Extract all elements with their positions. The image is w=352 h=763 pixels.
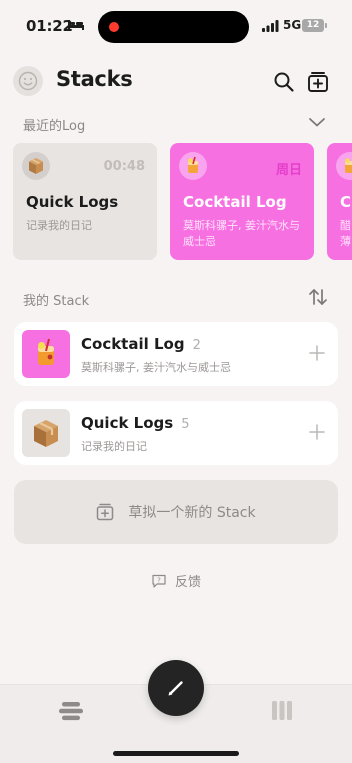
card-title: Quick Logs xyxy=(26,193,119,211)
card-time: 00:48 xyxy=(103,159,145,174)
page-title: Stacks xyxy=(56,67,133,91)
stack-subtitle: 记录我的日记 xyxy=(81,440,147,453)
card-title: Cocktail Log xyxy=(183,193,287,211)
my-stacks-label: 我的 Stack xyxy=(23,294,90,309)
smiley-icon xyxy=(18,71,38,91)
stacks-tab-icon[interactable] xyxy=(58,701,84,721)
dynamic-island xyxy=(98,11,249,43)
recording-dot-icon xyxy=(109,22,119,32)
stack-row-quick-logs[interactable]: Quick Logs 5 记录我的日记 xyxy=(14,401,338,465)
recent-logs-label: 最近的Log xyxy=(23,119,86,134)
network-label: 5G xyxy=(283,18,302,32)
status-time: 01:22 xyxy=(26,17,73,35)
feedback-icon: ? xyxy=(152,574,166,588)
card-subtitle: 莫斯科骡子, 姜汁汽水与威士忌 xyxy=(183,219,300,248)
add-stack-icon xyxy=(97,503,114,521)
stack-count: 2 xyxy=(192,338,201,353)
feedback-label: 反馈 xyxy=(174,575,201,590)
recent-card-cocktail-log[interactable]: 周日 Cocktail Log 莫斯科骡子, 姜汁汽水与威士忌 xyxy=(170,143,314,260)
cocktail-icon xyxy=(336,152,352,180)
stack-title-text: Quick Logs xyxy=(81,414,174,432)
battery-tip xyxy=(325,23,327,28)
cocktail-icon xyxy=(179,152,207,180)
package-icon xyxy=(22,152,50,180)
card-time: 周日 xyxy=(275,163,302,178)
svg-text:?: ? xyxy=(157,576,161,584)
sort-icon[interactable] xyxy=(308,288,328,306)
battery-icon: 12 xyxy=(302,19,324,32)
new-stack-button[interactable]: 草拟一个新的 Stack xyxy=(14,480,338,544)
signal-icon xyxy=(262,20,279,32)
new-stack-label: 草拟一个新的 Stack xyxy=(128,505,256,521)
chevron-down-icon[interactable] xyxy=(308,116,326,128)
home-indicator xyxy=(113,751,239,756)
plus-icon[interactable] xyxy=(306,421,328,443)
add-stack-icon[interactable] xyxy=(306,70,330,94)
stack-title: Quick Logs 5 xyxy=(81,414,189,432)
stack-title-text: Cocktail Log xyxy=(81,335,185,353)
card-title: C xyxy=(340,193,352,211)
card-subtitle: 醋 薄 xyxy=(340,219,351,248)
plus-icon[interactable] xyxy=(306,342,328,364)
stack-row-cocktail-log[interactable]: Cocktail Log 2 莫斯科骡子, 姜汁汽水与威士忌 xyxy=(14,322,338,386)
avatar[interactable] xyxy=(13,66,43,96)
feedback-link[interactable]: ? 反馈 xyxy=(0,571,352,590)
cocktail-icon xyxy=(22,330,70,378)
columns-tab-icon[interactable] xyxy=(272,701,292,720)
compose-button[interactable] xyxy=(148,660,204,716)
pencil-icon xyxy=(168,681,183,696)
recent-card-quick-logs[interactable]: 00:48 Quick Logs 记录我的日记 xyxy=(13,143,157,260)
stack-subtitle: 莫斯科骡子, 姜汁汽水与威士忌 xyxy=(81,361,231,374)
bed-icon xyxy=(68,20,84,30)
search-icon[interactable] xyxy=(272,70,296,94)
stack-title: Cocktail Log 2 xyxy=(81,335,201,353)
battery-level: 12 xyxy=(306,20,320,30)
stack-count: 5 xyxy=(181,417,190,432)
recent-card-partial[interactable]: C 醋 薄 xyxy=(327,143,352,260)
package-icon xyxy=(22,409,70,457)
card-subtitle: 记录我的日记 xyxy=(26,219,92,232)
